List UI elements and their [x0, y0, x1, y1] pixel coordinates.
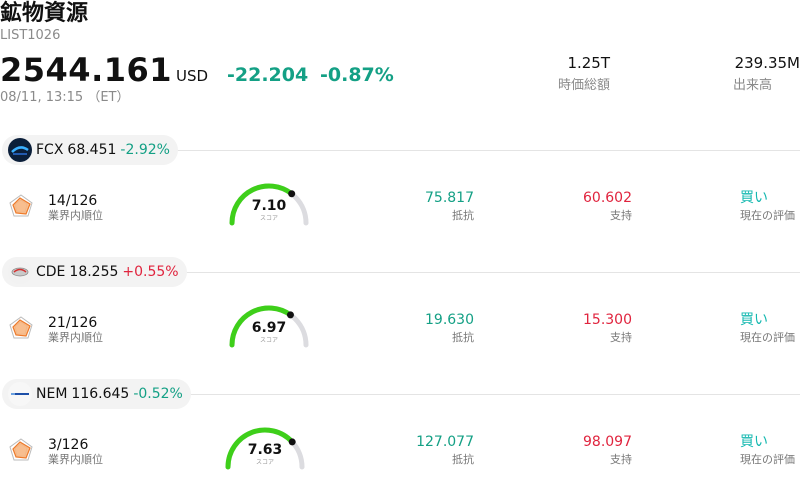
- score-label: スコア: [259, 337, 278, 344]
- radar-chart-icon: [8, 315, 34, 341]
- radar-chart-icon: [8, 437, 34, 463]
- quote-timestamp: 08/11, 13:15 （ET）: [0, 90, 130, 105]
- gauge-marker: [286, 311, 294, 319]
- industry-rank: 3/126: [48, 437, 89, 453]
- index-code: LIST1026: [0, 28, 61, 43]
- stock-price: 18.255: [69, 264, 119, 280]
- rating-label: 現在の評価: [740, 331, 795, 344]
- stock-chip-fcx[interactable]: FCX 68.451 -2.92%: [2, 135, 178, 165]
- industry-rank-label: 業界内順位: [48, 453, 103, 466]
- fcx-logo-icon: [8, 138, 36, 162]
- row-divider: [175, 272, 800, 273]
- price-change-percent: -0.87%: [320, 64, 394, 86]
- stock-chip-cde[interactable]: CDE 18.255 +0.55%: [2, 257, 187, 287]
- resistance-label: 抵抗: [452, 331, 474, 344]
- stock-price: 68.451: [67, 142, 117, 158]
- industry-rank-label: 業界内順位: [48, 209, 103, 222]
- rating-value[interactable]: 買い: [740, 433, 768, 451]
- stock-change: -2.92%: [120, 142, 170, 158]
- support-label: 支持: [610, 331, 632, 344]
- score-value: 7.10: [251, 198, 287, 214]
- stock-change: -0.52%: [133, 386, 183, 402]
- support-label: 支持: [610, 453, 632, 466]
- radar-chart-icon: [8, 193, 34, 219]
- stock-chip-nem[interactable]: NEM 116.645 -0.52%: [2, 379, 191, 409]
- support-value: 60.602: [583, 190, 632, 206]
- rating-label: 現在の評価: [740, 209, 795, 222]
- cde-logo-icon: [8, 260, 36, 284]
- index-price: 2544.161: [0, 51, 173, 89]
- stock-change: +0.55%: [122, 264, 179, 280]
- row-divider: [175, 150, 800, 151]
- rating-label: 現在の評価: [740, 453, 795, 466]
- page-title: 鉱物資源: [0, 1, 89, 26]
- price-change: -22.204: [227, 64, 309, 86]
- stock-symbol: CDE: [36, 264, 66, 280]
- currency-label: USD: [176, 67, 209, 85]
- volume-value: 239.35M: [734, 54, 800, 72]
- score-value: 7.63: [247, 442, 283, 458]
- rating-value[interactable]: 買い: [740, 189, 768, 207]
- support-value: 15.300: [583, 312, 632, 328]
- resistance-value: 127.077: [416, 434, 474, 450]
- resistance-label: 抵抗: [452, 453, 474, 466]
- row-divider: [175, 394, 800, 395]
- market-cap-label: 時価総額: [557, 78, 610, 93]
- score-value: 6.97: [251, 320, 287, 336]
- stock-symbol: FCX: [36, 142, 64, 158]
- resistance-value: 19.630: [425, 312, 474, 328]
- resistance-label: 抵抗: [452, 209, 474, 222]
- support-label: 支持: [610, 209, 632, 222]
- resistance-value: 75.817: [425, 190, 474, 206]
- rating-value[interactable]: 買い: [740, 311, 768, 329]
- score-label: スコア: [255, 459, 274, 466]
- market-cap-value: 1.25T: [567, 54, 610, 72]
- industry-rank: 14/126: [48, 193, 98, 209]
- stock-price: 116.645: [71, 386, 130, 402]
- volume-label: 出来高: [732, 78, 772, 93]
- score-label: スコア: [259, 215, 278, 222]
- nem-logo-icon: [8, 382, 36, 406]
- industry-rank: 21/126: [48, 315, 98, 331]
- industry-rank-label: 業界内順位: [48, 331, 103, 344]
- stock-symbol: NEM: [36, 386, 68, 402]
- support-value: 98.097: [583, 434, 632, 450]
